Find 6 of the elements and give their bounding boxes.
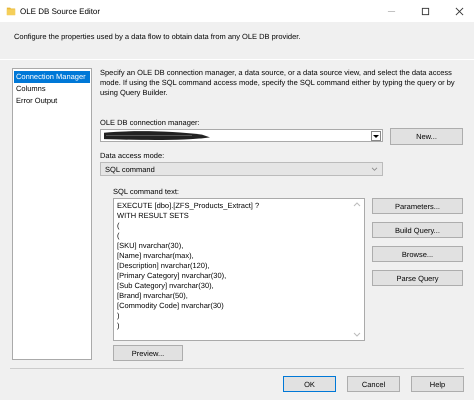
chevron-icon: [371, 166, 378, 172]
maximize-icon[interactable]: [421, 6, 430, 16]
window-title: OLE DB Source Editor: [20, 6, 100, 16]
folder-icon: [6, 6, 16, 16]
close-icon[interactable]: [455, 6, 464, 16]
connection-dropdown[interactable]: [100, 129, 383, 142]
